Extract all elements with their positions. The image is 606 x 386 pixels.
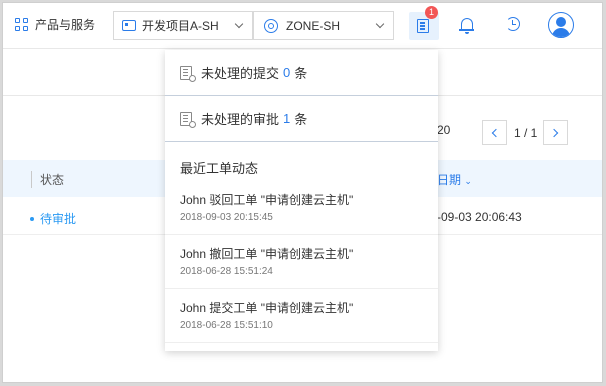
- activity-text: John 驳回工单 "申请创建云主机": [180, 193, 354, 207]
- activity-text: John 提交工单 "申请创建云主机": [180, 301, 354, 315]
- avatar-body: [552, 28, 570, 37]
- page-info: 1 / 1: [514, 126, 538, 140]
- column-date-label: 日期: [437, 173, 462, 187]
- chevron-right-icon: [549, 128, 559, 138]
- avatar-head: [556, 17, 566, 27]
- page-size-select[interactable]: 20: [437, 123, 450, 137]
- activity-time: 2018-06-28 15:51:24: [180, 266, 273, 277]
- chevron-down-icon: [375, 19, 385, 29]
- project-label: 开发项目A-SH: [142, 19, 219, 33]
- pending-submissions[interactable]: 未处理的提交 0 条: [165, 50, 438, 96]
- pending-approvals-count: 1: [283, 111, 291, 126]
- pending-approvals-label: 未处理的审批: [201, 112, 280, 127]
- ticket-doc-icon: [180, 65, 196, 82]
- zone-icon: [264, 18, 278, 33]
- bell-icon[interactable]: [459, 18, 474, 34]
- activity-time: 2018-06-28 15:51:10: [180, 320, 273, 331]
- project-select[interactable]: 开发项目A-SH: [113, 11, 253, 40]
- prev-page-button[interactable]: [482, 120, 507, 145]
- status-label: 待审批: [40, 212, 77, 226]
- project-icon: [122, 20, 136, 31]
- ticket-icon: [417, 19, 429, 33]
- ticket-button[interactable]: 1: [409, 6, 439, 40]
- list-item[interactable]: John 提交工单 "申请创建云主机" 2018-06-28 15:51:10: [165, 289, 438, 343]
- activity-text: John 撤回工单 "申请创建云主机": [180, 247, 354, 261]
- chevron-left-icon: [491, 128, 501, 138]
- next-page-button[interactable]: [543, 120, 568, 145]
- pending-approvals[interactable]: 未处理的审批 1 条: [165, 96, 438, 142]
- pending-approvals-unit: 条: [294, 112, 308, 127]
- pending-submissions-label: 未处理的提交: [201, 66, 280, 81]
- avatar[interactable]: [548, 12, 574, 38]
- status-badge: 待审批: [30, 210, 76, 227]
- status-dot: [30, 216, 34, 221]
- top-header: 产品与服务 开发项目A-SH ZONE-SH 1: [3, 3, 602, 49]
- products-label: 产品与服务: [35, 18, 96, 32]
- grid-icon: [15, 17, 29, 32]
- row-date: -09-03 20:06:43: [437, 210, 522, 224]
- zone-select[interactable]: ZONE-SH: [253, 11, 394, 40]
- products-menu[interactable]: 产品与服务: [15, 16, 95, 33]
- history-icon[interactable]: [506, 17, 520, 31]
- list-item[interactable]: John 驳回工单 "申请创建云主机" 2018-09-03 20:15:45: [165, 181, 438, 235]
- ticket-dropdown-panel: 未处理的提交 0 条 未处理的审批 1 条 最近工单动态 John 驳回工单 "…: [165, 50, 438, 351]
- sort-chevron-icon: ⌄: [464, 176, 472, 186]
- app-window: 产品与服务 开发项目A-SH ZONE-SH 1 20 1 / 1 状态 日期 …: [2, 2, 603, 383]
- column-status[interactable]: 状态: [31, 171, 64, 188]
- column-date[interactable]: 日期 ⌄: [437, 171, 472, 188]
- zone-label: ZONE-SH: [286, 18, 340, 33]
- pending-submissions-count: 0: [283, 65, 291, 80]
- ticket-badge: 1: [425, 6, 438, 19]
- list-item[interactable]: John 撤回工单 "申请创建云主机" 2018-06-28 15:51:24: [165, 235, 438, 289]
- pending-submissions-unit: 条: [294, 66, 308, 81]
- recent-activity-title: 最近工单动态: [180, 161, 259, 176]
- activity-time: 2018-09-03 20:15:45: [180, 212, 273, 223]
- chevron-down-icon: [234, 19, 244, 29]
- ticket-doc-icon: [180, 111, 196, 128]
